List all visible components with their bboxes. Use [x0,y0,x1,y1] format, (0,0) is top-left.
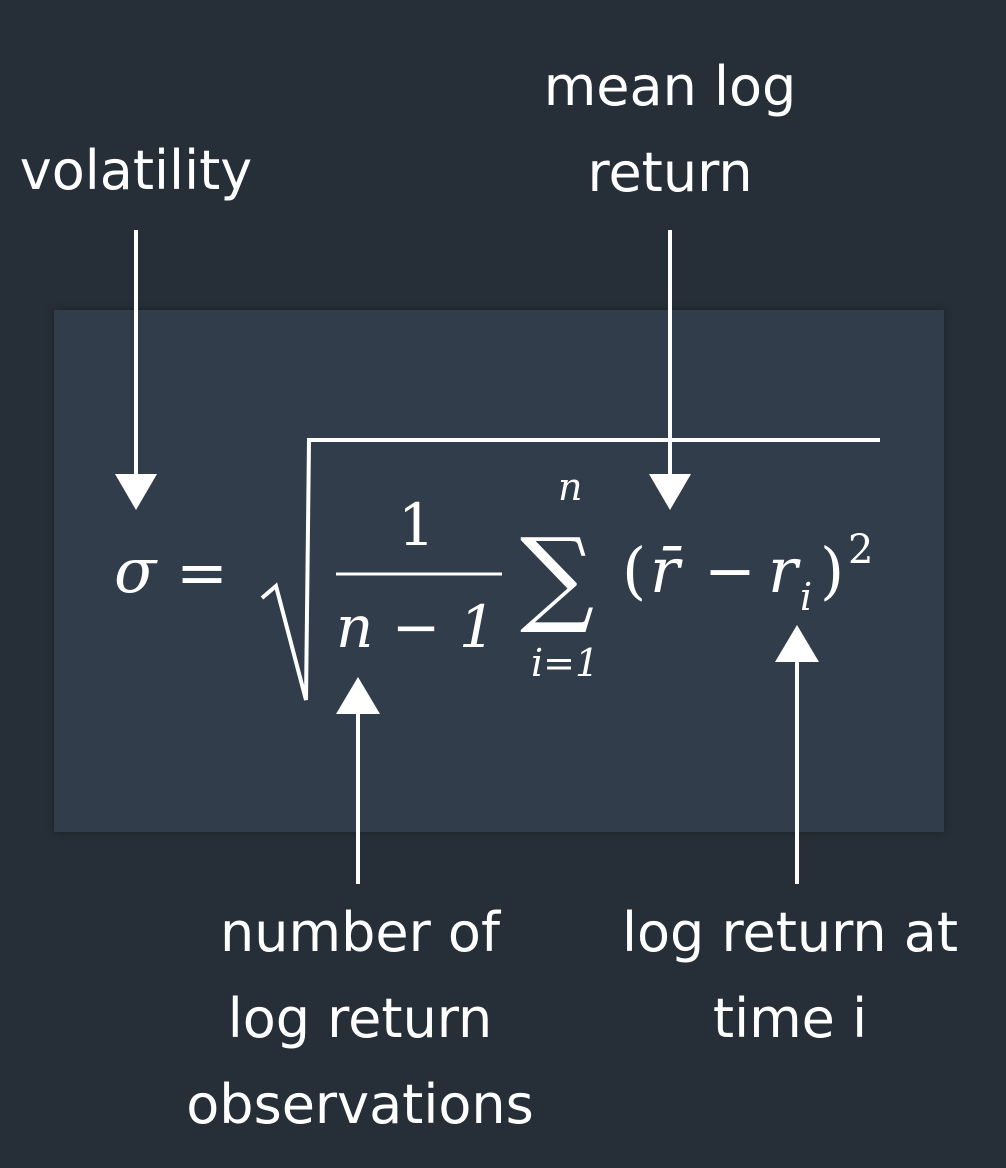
log-return-at-time-i-label: log return at time i [595,890,985,1062]
subscript-i: i [800,575,813,619]
open-parenthesis: ( [622,534,647,607]
number-of-observations-line-1: number of [220,901,500,964]
mean-r-bar: r̄ [650,534,680,607]
log-return-at-time-i-line-2: time i [712,987,868,1050]
summation-lower-limit: i=1 [531,641,600,685]
exponent-2: 2 [848,527,874,573]
fraction-denominator: n − 1 [336,593,496,661]
equals-sign: = [176,536,228,609]
mean-log-return-line-1: mean log [543,55,797,118]
number-of-observations-line-2: log return [227,987,493,1050]
sigma-symbol: σ [114,534,157,607]
summation-upper-limit: n [558,465,583,509]
r-variable: r [768,534,798,607]
summation-symbol: ∑ [520,515,595,637]
number-of-observations-line-3: observations [186,1073,534,1136]
mean-log-return-line-2: return [587,141,753,204]
volatility-label-text: volatility [19,139,253,202]
log-return-at-time-i-line-1: log return at [621,901,959,964]
number-of-observations-label: number of log return observations [150,890,570,1148]
volatility-label: volatility [10,128,262,214]
close-parenthesis: ) [820,534,845,607]
mean-log-return-label: mean log return [520,44,820,216]
minus-sign: − [704,534,756,607]
fraction-numerator: 1 [398,491,435,559]
